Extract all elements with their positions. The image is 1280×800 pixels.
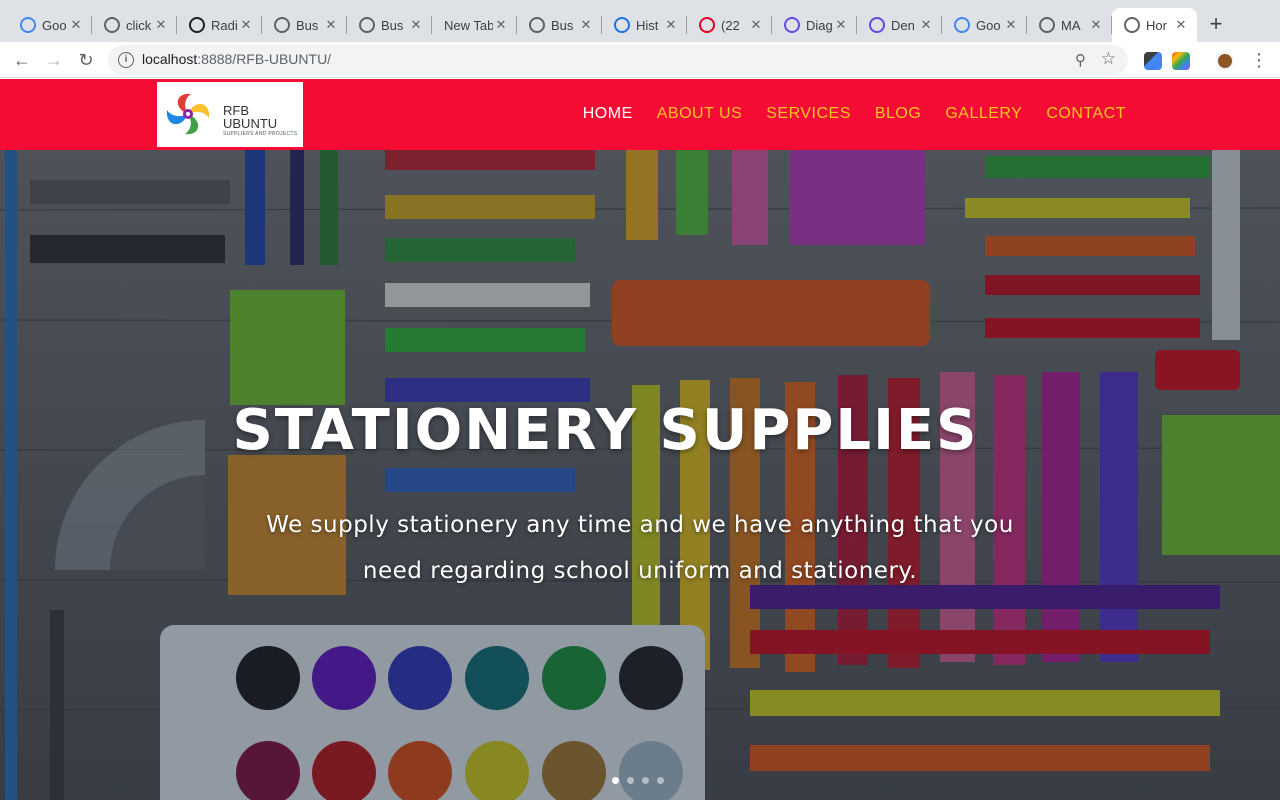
bookmark-star-icon[interactable]: ☆ [1101,49,1116,69]
browser-tab[interactable]: New Tab ✕ [432,8,517,42]
globe-icon [529,17,545,33]
browser-tab-title: Den [891,17,915,33]
github-icon [1039,17,1055,33]
logo-text-line2: UBUNTU [223,116,278,131]
browser-tab-title: Goo [42,17,67,33]
extension-eyedropper-icon[interactable] [1144,52,1162,70]
tab-close-icon[interactable]: ✕ [578,17,594,33]
browser-tab[interactable]: Hor ✕ [1112,8,1197,42]
tab-close-icon[interactable]: ✕ [153,17,169,33]
logo-swirl-icon [166,93,210,135]
tab-close-icon[interactable]: ✕ [918,17,934,33]
browser-tab[interactable]: Hist ✕ [602,8,687,42]
slider-dot[interactable] [642,777,649,784]
browser-tab-title: Bus [381,17,404,33]
address-bar[interactable]: i localhost:8888/RFB-UBUNTU/ ⚲ ☆ [108,45,1128,75]
site-info-icon[interactable]: i [118,52,134,68]
google-icon [20,17,36,33]
browser-tab[interactable]: Goo ✕ [8,8,92,42]
tab-close-icon[interactable]: ✕ [1088,17,1104,33]
browser-tab[interactable]: (22 ✕ [687,8,772,42]
zoom-icon[interactable]: ⚲ [1075,51,1086,69]
google-icon [954,17,970,33]
nav-link-contact[interactable]: CONTACT [1046,105,1126,123]
github-icon [1124,17,1140,33]
forward-icon[interactable]: → [42,48,66,72]
history-icon [614,17,630,33]
hero-line-1: We supply stationery any time and we hav… [266,512,1014,538]
browser-tab[interactable]: Bus ✕ [262,8,347,42]
browser-toolbar: ← → ↻ i localhost:8888/RFB-UBUNTU/ ⚲ ☆ ⋮ [0,42,1280,78]
tab-close-icon[interactable]: ✕ [493,17,509,33]
browser-tab[interactable]: click ✕ [92,8,177,42]
browser-tab-title: Diag [806,17,833,33]
browser-tab-title: Goo [976,17,1001,33]
browser-tab-title: Hor [1146,17,1167,33]
browser-tab[interactable]: Den ✕ [857,8,942,42]
browser-tab-strip: Goo ✕ click ✕ Radi ✕ Bus ✕ Bus ✕ New Tab ✕ Bus ✕ Hist ✕… [0,0,1280,42]
tab-close-icon[interactable]: ✕ [408,17,424,33]
tab-close-icon[interactable]: ✕ [663,17,679,33]
browser-tab-title: Bus [551,17,574,33]
url-text[interactable]: localhost:8888/RFB-UBUNTU/ [142,51,331,67]
nav-link-services[interactable]: SERVICES [766,105,851,123]
extension-colorpicker-icon[interactable] [1172,52,1190,70]
tab-close-icon[interactable]: ✕ [1173,17,1189,33]
new-tab-button[interactable]: + [1204,12,1228,36]
globe-icon [359,17,375,33]
browser-tab[interactable]: MA ✕ [1027,8,1112,42]
browser-tab-title: Bus [296,17,319,33]
slider-dot[interactable] [627,777,634,784]
browser-tab-title: click [126,17,152,33]
tab-close-icon[interactable]: ✕ [748,17,764,33]
hero-description: We supply stationery any time and we hav… [240,502,1040,594]
tab-close-icon[interactable]: ✕ [1003,17,1019,33]
browser-tab-title: Radi [211,17,238,33]
browser-tab-title: New Tab [444,17,493,33]
hero-title: STATIONERY SUPPLIES [232,398,979,463]
browser-tab[interactable]: Goo ✕ [942,8,1027,42]
browser-tab[interactable]: Radi ✕ [177,8,262,42]
hero-slider: STATIONERY SUPPLIES We supply stationery… [0,150,1280,800]
tab-close-icon[interactable]: ✕ [238,17,254,33]
hero-line-2: need regarding school uniform and statio… [362,558,918,584]
browser-menu-icon[interactable]: ⋮ [1250,50,1268,70]
reload-icon[interactable]: ↻ [74,48,98,72]
browser-tab[interactable]: Bus ✕ [347,8,432,42]
diagram-icon [784,17,800,33]
tab-close-icon[interactable]: ✕ [68,17,84,33]
globe-icon [104,17,120,33]
slider-dot[interactable] [657,777,664,784]
diagram-icon [869,17,885,33]
browser-tab-title: (22 [721,17,740,33]
browser-tab[interactable]: Bus ✕ [517,8,602,42]
tab-close-icon[interactable]: ✕ [833,17,849,33]
site-header: RFB UBUNTU SUPPLIERS AND PROJECTS HOME AB… [0,79,1280,150]
globe-icon [274,17,290,33]
main-nav: HOME ABOUT US SERVICES BLOG GALLERY CONTACT [583,105,1126,123]
site-logo[interactable]: RFB UBUNTU SUPPLIERS AND PROJECTS [157,82,303,147]
browser-tab-title: Hist [636,17,659,33]
pinterest-icon [699,17,715,33]
nav-link-gallery[interactable]: GALLERY [945,105,1022,123]
profile-avatar[interactable] [1216,52,1234,70]
radix-icon [189,17,205,33]
hero-overlay [0,150,1280,800]
tab-close-icon[interactable]: ✕ [323,17,339,33]
browser-tab-title: MA [1061,17,1081,33]
nav-link-home[interactable]: HOME [583,105,633,123]
slider-dot[interactable] [612,777,619,784]
nav-link-about-us[interactable]: ABOUT US [657,105,743,123]
nav-link-blog[interactable]: BLOG [875,105,921,123]
back-icon[interactable]: ← [10,48,34,72]
slider-dots [612,777,664,784]
logo-tagline: SUPPLIERS AND PROJECTS [223,131,298,137]
browser-tab[interactable]: Diag ✕ [772,8,857,42]
